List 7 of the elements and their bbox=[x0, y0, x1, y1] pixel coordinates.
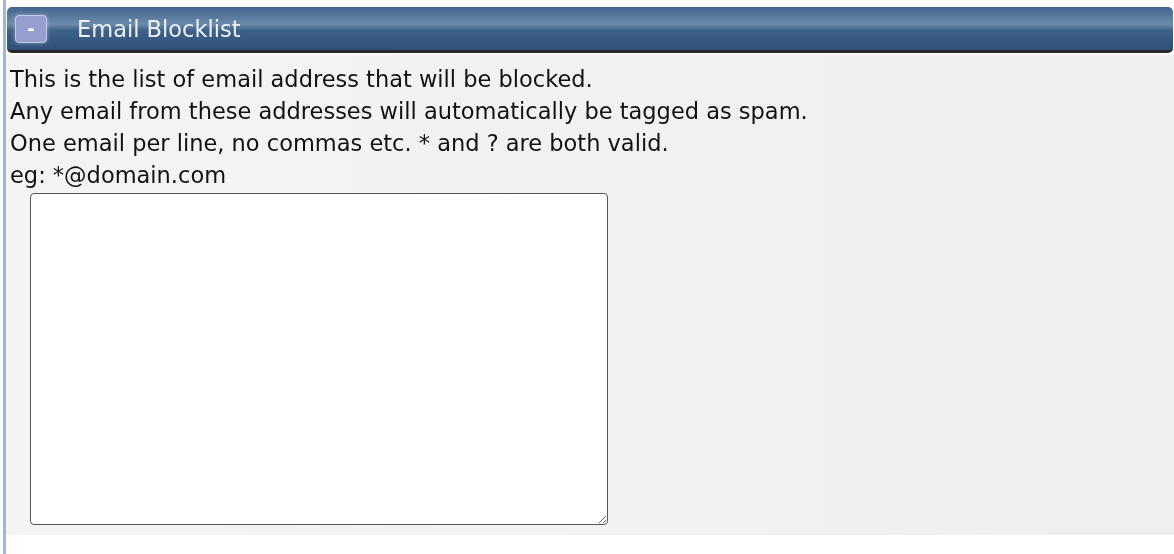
description-text: This is the list of email address that will be blocked. bbox=[10, 65, 594, 94]
description-text: eg: *@domain.com bbox=[10, 161, 228, 190]
collapse-button[interactable]: - bbox=[15, 14, 47, 43]
description-text: One email per line, no commas etc. * and ? are both valid. bbox=[10, 129, 670, 158]
description-text: Any email from these addresses will automatically be tagged as spam. bbox=[10, 97, 809, 126]
blocklist-field[interactable] bbox=[30, 193, 608, 525]
panel-title: Email Blocklist bbox=[77, 15, 241, 42]
